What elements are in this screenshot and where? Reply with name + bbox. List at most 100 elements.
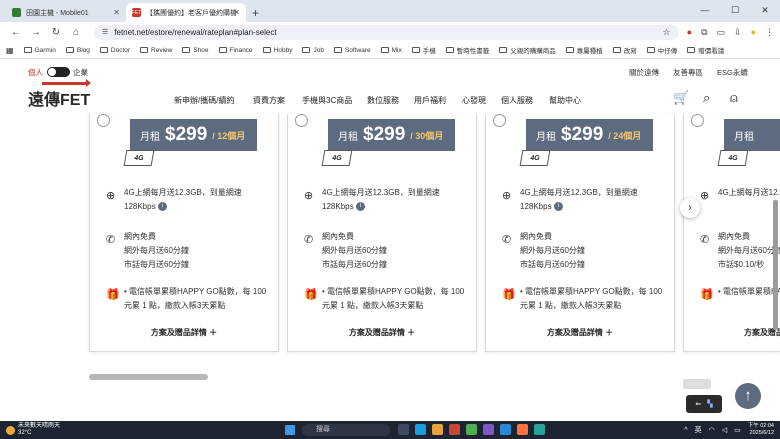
bookmark-folder[interactable]: 改寫 [612, 45, 637, 55]
nav-item-digital[interactable]: 數位服務 [367, 95, 399, 106]
back-icon[interactable]: ← [6, 27, 26, 38]
plan-select-radio[interactable] [493, 114, 506, 127]
carousel-scrollbar[interactable] [89, 374, 208, 380]
personal-label[interactable]: 個人 [28, 67, 43, 78]
bookmark-folder[interactable]: 父親的購購商品 [499, 45, 556, 55]
bookmark-folder[interactable]: Hobby [262, 47, 292, 54]
ime-indicator[interactable]: 英 [695, 425, 702, 435]
cart-icon[interactable]: 🛒 [673, 90, 689, 106]
close-window-icon[interactable]: ✕ [750, 0, 780, 20]
plan-details-button[interactable]: 方案及贈品詳情 ＋ [486, 327, 674, 338]
search-icon[interactable]: ⌕ [703, 90, 710, 106]
extension-popup[interactable]: ⇐ ▚ [686, 395, 722, 413]
bookmark-folder[interactable]: 暫時性書籤 [445, 45, 489, 55]
sidebar-icon[interactable]: ▭ [717, 27, 726, 38]
plan-card-1[interactable]: 月租 $299 / 12個月 4G ⊕ 4G上網每月送12.3GB，到量網速12… [89, 114, 279, 352]
personal-business-toggle[interactable] [47, 67, 70, 77]
bookmark-folder[interactable]: Blog [65, 47, 90, 54]
close-tab-icon[interactable]: ✕ [233, 8, 240, 17]
chrome-icon[interactable] [466, 424, 477, 435]
extension-badge-icon[interactable]: ● [687, 27, 692, 37]
weather-widget[interactable]: 未來數天晴雨天 32°C [6, 423, 60, 437]
util-link-esg[interactable]: ESG永續 [717, 67, 748, 78]
plan-select-radio[interactable] [97, 114, 110, 127]
plan-select-radio[interactable] [691, 114, 704, 127]
edge-icon[interactable] [415, 424, 426, 435]
battery-icon[interactable]: ▭ [734, 426, 741, 434]
info-icon[interactable]: i [157, 202, 167, 212]
plan-card-2[interactable]: 月租 $299 / 30個月 4G ⊕ 4G上網每月送12.3GB，到量網速12… [287, 114, 477, 352]
nav-item-rates[interactable]: 資費方案 [253, 95, 285, 106]
maximize-icon[interactable]: ☐ [720, 0, 750, 20]
plan-details-button[interactable]: 方案及贈品詳情 ＋ [288, 327, 476, 338]
mail-icon[interactable] [449, 424, 460, 435]
bookmark-folder[interactable]: Finance [218, 47, 253, 54]
bookmark-folder[interactable]: 專屬種植 [565, 45, 603, 55]
minimize-icon[interactable]: — [690, 0, 720, 20]
info-icon[interactable]: i [355, 202, 365, 212]
browser-tab-1[interactable]: 田園主機 - Mobile01 ✕ [6, 3, 126, 22]
extensions-icon[interactable]: ⧉ [701, 27, 707, 38]
bookmark-folder[interactable]: Review [140, 47, 172, 54]
browser-tab-2[interactable]: FET 【攜團優約】老客戶優約購機資... ✕ [126, 3, 246, 22]
util-link-about[interactable]: 關於遠傳 [629, 67, 659, 78]
extension-logo-icon[interactable]: ▚ [707, 400, 712, 408]
nav-item-benefits[interactable]: 用戶福利 [414, 95, 446, 106]
plan-card-4[interactable]: 月租 4G ⊕ 4G上網每月送12.3GB，到量網速128Kbps ✆ 網內免費… [683, 114, 780, 352]
reload-icon[interactable]: ↻ [46, 27, 66, 38]
address-bar[interactable]: ☰ fetnet.net/estore/renewal/rateplan#pla… [94, 24, 679, 40]
nav-item-help[interactable]: 幫助中心 [549, 95, 581, 106]
util-link-accessibility[interactable]: 友善專區 [673, 67, 703, 78]
app-icon[interactable] [534, 424, 545, 435]
clock[interactable]: 下午 02:04 2025/6/12 [748, 423, 774, 437]
plan-details-button[interactable]: 方案及贈品詳情 [684, 327, 780, 338]
bookmark-folder[interactable]: 中仔傳 [646, 45, 677, 55]
bookmark-folder[interactable]: Software [333, 47, 371, 54]
business-label[interactable]: 企業 [73, 67, 88, 78]
plan-select-radio[interactable] [295, 114, 308, 127]
user-icon[interactable]: ⍝ [730, 90, 738, 106]
nav-item-personal[interactable]: 個人服務 [501, 95, 533, 106]
contract-period: / 24個月 [608, 130, 642, 141]
apps-icon[interactable]: ▦ [6, 46, 14, 55]
taskbar-search[interactable]: 搜尋 [302, 424, 390, 436]
tray-chevron-icon[interactable]: ^ [684, 427, 687, 434]
profile-icon[interactable]: ● [751, 27, 756, 37]
close-tab-icon[interactable]: ✕ [113, 8, 120, 17]
app-icon[interactable] [517, 424, 528, 435]
home-icon[interactable]: ⌂ [66, 27, 86, 38]
app-icon[interactable] [483, 424, 494, 435]
task-view-icon[interactable] [398, 424, 409, 435]
bookmark-folder[interactable]: Shoe [182, 47, 209, 54]
bookmark-folder[interactable]: Doctor [99, 47, 130, 54]
menu-icon[interactable]: ⋮ [765, 27, 774, 38]
globe-icon: ⊕ [304, 190, 314, 202]
wifi-icon[interactable]: ◠ [709, 426, 715, 434]
extension-arrow-icon[interactable]: ⇐ [695, 400, 701, 408]
file-explorer-icon[interactable] [432, 424, 443, 435]
bookmark-folder[interactable]: Job [302, 47, 324, 54]
page-scrollbar[interactable] [773, 200, 778, 330]
bonus-text: 電信帳單累積HAPPY GO點數，每 100 元累 1 點，繳款入帳3天累點 [124, 287, 267, 310]
volume-icon[interactable]: ◁ [722, 426, 727, 434]
plan-card-3[interactable]: 月租 $299 / 24個月 4G ⊕ 4G上網每月送12.3GB，到量網速12… [485, 114, 675, 352]
site-info-icon[interactable]: ☰ [102, 28, 108, 36]
bookmark-folder[interactable]: 贈價看議 [687, 45, 724, 55]
store-icon[interactable] [500, 424, 511, 435]
windows-start-icon[interactable] [285, 425, 295, 435]
bookmark-star-icon[interactable]: ☆ [663, 27, 671, 38]
bookmark-folder[interactable]: 手機 [411, 45, 436, 55]
download-icon[interactable]: ⇩ [734, 27, 742, 38]
forward-icon[interactable]: → [26, 27, 46, 38]
bookmark-folder[interactable]: Garmin [23, 47, 56, 54]
back-to-top-button[interactable]: ↑ [735, 383, 761, 409]
bookmark-folder[interactable]: Mix [380, 47, 402, 54]
nav-item-discover[interactable]: 心發現 [462, 95, 486, 106]
nav-item-apply[interactable]: 新申辦/攜碼/續約 [174, 95, 234, 106]
info-icon[interactable]: i [553, 202, 563, 212]
carousel-next-button[interactable]: › [680, 198, 700, 218]
chat-widget[interactable] [683, 379, 711, 389]
nav-item-devices[interactable]: 手機與3C商品 [302, 95, 352, 106]
plan-details-button[interactable]: 方案及贈品詳情 ＋ [90, 327, 278, 338]
new-tab-icon[interactable]: + [252, 6, 259, 20]
